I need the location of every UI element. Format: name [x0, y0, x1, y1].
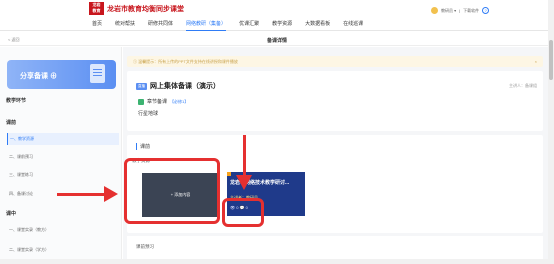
download-link[interactable]: 下载软件: [463, 8, 479, 14]
document-icon: [90, 64, 105, 83]
user-name[interactable]: 教研员 ▾: [441, 8, 456, 14]
page-subheader: < 返回 备课详情: [0, 32, 554, 46]
top-navigation-bar: 龙岩 教育 龙岩市教育均衡同步课堂 首页 统对帮扶 研修共同体 网络教研（集备） …: [0, 0, 554, 31]
arrow-head-right-icon: [104, 186, 118, 202]
nav-item-courses[interactable]: 优课汇聚: [239, 20, 259, 27]
sidebar-item-record-student[interactable]: 二、课堂实录（学方）: [7, 244, 119, 256]
help-icon[interactable]: ?: [482, 7, 490, 14]
section-label: 课前: [136, 143, 150, 150]
video-badge: [227, 172, 231, 176]
lesson-meta: 主讲人：备课组: [509, 83, 537, 88]
live-badge: 直播: [136, 82, 147, 90]
sidebar-item-practice[interactable]: 三、课堂练习: [7, 169, 119, 181]
scrollbar-thumb[interactable]: [549, 40, 553, 80]
subject-row: 章节备课 【必修1】: [138, 98, 188, 105]
share-lesson-button[interactable]: 分享备课 ⊕: [7, 60, 116, 89]
share-lesson-label: 分享备课 ⊕: [20, 73, 57, 80]
nav-item-dashboard[interactable]: 大数据看板: [305, 20, 330, 27]
lesson-info-card: 直播 网上集体备课（演示） 主讲人：备课组 章节备课 【必修1】 行星地球: [127, 71, 543, 131]
chapter-icon: [138, 98, 144, 105]
sidebar-section-in-class: 课中: [6, 211, 17, 217]
main-content: ① 温馨提示：所有上传的PPT文件支持在线讲授和课件播放 × 直播 网上集体备课…: [123, 47, 548, 264]
site-logo[interactable]: 龙岩 教育: [89, 2, 104, 15]
sidebar: 分享备课 ⊕ 教学环节 课前 一、教学资源 二、课前预习 三、课堂练习 四、备课…: [0, 47, 122, 264]
divider: |: [459, 8, 461, 13]
main-nav: 首页 统对帮扶 研修共同体 网络教研（集备） 优课汇聚 教学资源 大数据看板 在…: [92, 20, 376, 31]
subject-tag: 【必修1】: [170, 98, 189, 104]
nav-item-patrol[interactable]: 在线巡课: [343, 20, 363, 27]
sidebar-section-pre-class: 课前: [6, 120, 17, 126]
highlight-box-upload: [124, 158, 220, 224]
arrow-head-down-icon: [236, 175, 252, 190]
nav-item-support[interactable]: 统对帮扶: [115, 20, 135, 27]
lesson-title-row: 直播 网上集体备课（演示）: [136, 81, 220, 91]
nav-item-home[interactable]: 首页: [92, 20, 102, 27]
nav-item-online-research[interactable]: 网络教研（集备）: [186, 20, 227, 31]
horizontal-scrollbar[interactable]: [0, 259, 548, 264]
site-brand-title[interactable]: 龙岩市教育均衡同步课堂: [107, 4, 184, 14]
sidebar-item-teaching-resources[interactable]: 一、教学资源: [7, 133, 119, 145]
avatar[interactable]: [431, 7, 438, 14]
sidebar-section-teaching-steps: 教学环节: [6, 98, 27, 104]
notice-banner: ① 温馨提示：所有上传的PPT文件支持在线讲授和课件播放 ×: [127, 56, 543, 67]
subject-text: 行星地球: [138, 111, 159, 117]
sidebar-item-record-teacher[interactable]: 一、课堂实录（教方）: [7, 224, 119, 236]
nav-item-research[interactable]: 研修共同体: [148, 20, 173, 27]
arrow-line-down: [243, 135, 246, 177]
user-menu[interactable]: 教研员 ▾ | 下载软件 ?: [431, 7, 490, 14]
arrow-line-left: [57, 193, 107, 196]
close-icon[interactable]: ×: [535, 56, 537, 67]
preview-label: 课前预习: [136, 244, 154, 249]
subject-label: 章节备课: [147, 99, 168, 105]
nav-item-resources[interactable]: 教学资源: [272, 20, 292, 27]
sidebar-item-preview[interactable]: 二、课前预习: [7, 151, 119, 163]
highlight-box-video-stats: [222, 198, 264, 227]
notice-text: ① 温馨提示：所有上传的PPT文件支持在线讲授和课件播放: [133, 59, 238, 64]
lesson-title: 网上集体备课（演示）: [150, 83, 220, 90]
page-title: 备课详情: [266, 38, 287, 44]
